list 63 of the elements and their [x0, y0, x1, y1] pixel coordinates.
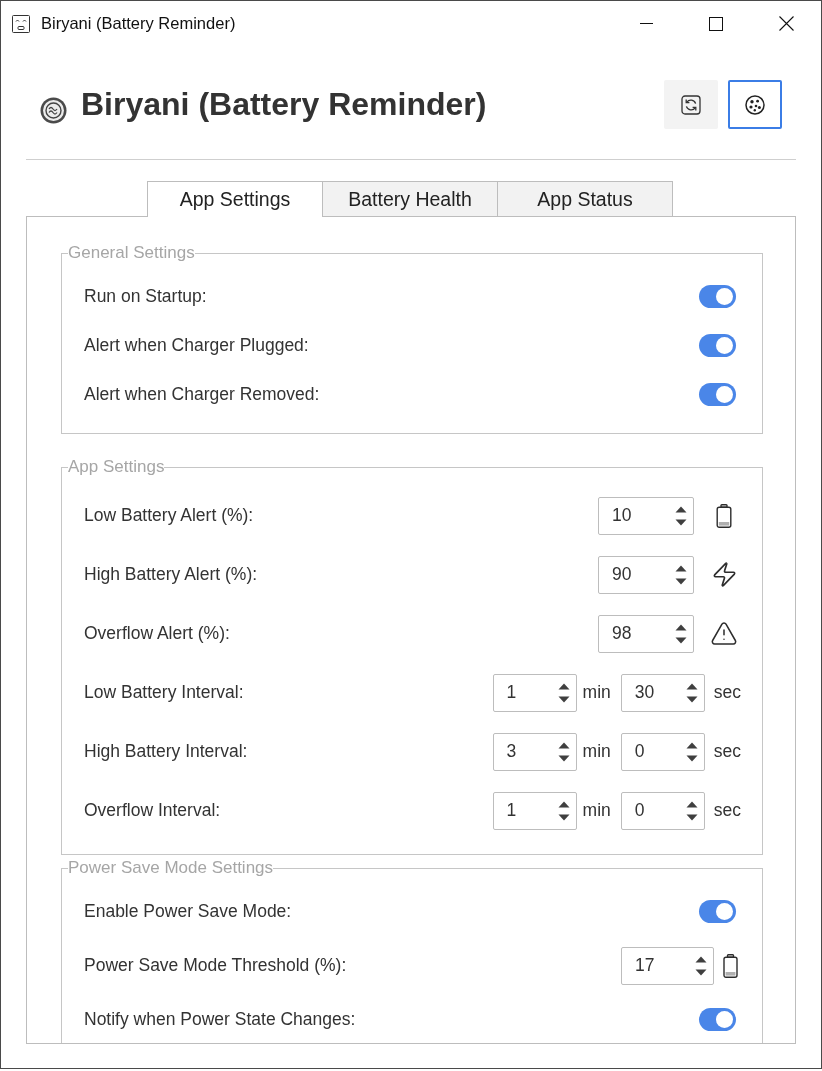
- spinner-arrows-icon[interactable]: [675, 564, 687, 585]
- app-title: Biryani (Battery Reminder): [81, 85, 487, 124]
- setting-label: Run on Startup:: [84, 286, 207, 307]
- spinner-arrows-icon[interactable]: [675, 505, 687, 526]
- window-title: Biryani (Battery Reminder): [41, 14, 236, 33]
- logo-icon: [40, 97, 67, 124]
- setting-label: Power Save Mode Threshold (%):: [84, 955, 347, 976]
- number-field[interactable]: 10: [598, 496, 694, 535]
- setting-label: Low Battery Alert (%):: [84, 505, 254, 526]
- tab[interactable]: App Status: [497, 181, 673, 217]
- setting-label: Alert when Charger Plugged:: [84, 335, 309, 356]
- spinner-arrows-icon[interactable]: [685, 741, 698, 762]
- number-field[interactable]: 0: [620, 791, 705, 830]
- setting-label: Overflow Alert (%):: [84, 623, 230, 644]
- warning-icon: [710, 619, 738, 648]
- toggle-switch[interactable]: [699, 383, 736, 406]
- tab[interactable]: Battery Health: [322, 181, 498, 217]
- number-field[interactable]: 1: [492, 673, 577, 712]
- setting-label: Low Battery Interval:: [84, 682, 244, 703]
- palette-button[interactable]: [728, 80, 782, 129]
- unit-label: min: [582, 741, 611, 762]
- battery-icon: [716, 503, 732, 528]
- number-field[interactable]: 98: [598, 614, 694, 653]
- minimize-icon[interactable]: [639, 23, 653, 24]
- setting-label: Overflow Interval:: [84, 800, 221, 821]
- spinner-arrows-icon[interactable]: [557, 800, 570, 821]
- refresh-icon: [681, 94, 701, 115]
- close-icon[interactable]: [778, 16, 794, 31]
- maximize-icon[interactable]: [709, 16, 723, 31]
- number-field[interactable]: 30: [620, 673, 705, 712]
- toggle-switch[interactable]: [699, 285, 736, 308]
- spinner-arrows-icon[interactable]: [557, 741, 570, 762]
- toggle-switch[interactable]: [699, 334, 736, 357]
- refresh-button[interactable]: [664, 80, 718, 129]
- number-field[interactable]: 1: [492, 791, 577, 830]
- setting-label: High Battery Alert (%):: [84, 564, 258, 585]
- group-legend: Power Save Mode Settings: [68, 858, 274, 878]
- unit-label: sec: [713, 741, 741, 762]
- group-legend: General Settings: [68, 243, 195, 263]
- unit-label: min: [582, 800, 611, 821]
- number-field[interactable]: 3: [492, 732, 577, 771]
- palette-icon: [745, 94, 765, 115]
- tab[interactable]: App Settings: [147, 181, 323, 217]
- battery-icon: [723, 953, 738, 978]
- setting-label: High Battery Interval:: [84, 741, 248, 762]
- spinner-arrows-icon[interactable]: [695, 955, 707, 976]
- unit-label: sec: [713, 800, 741, 821]
- toggle-switch[interactable]: [699, 1008, 736, 1031]
- unit-label: min: [582, 682, 611, 703]
- setting-label: Notify when Power State Changes:: [84, 1009, 356, 1030]
- number-field[interactable]: 90: [598, 555, 694, 594]
- number-field[interactable]: 0: [620, 732, 705, 771]
- setting-label: Alert when Charger Removed:: [84, 384, 320, 405]
- setting-label: Enable Power Save Mode:: [84, 901, 292, 922]
- spinner-arrows-icon[interactable]: [685, 800, 698, 821]
- toggle-switch[interactable]: [699, 900, 736, 923]
- spinner-arrows-icon[interactable]: [675, 623, 687, 644]
- number-field[interactable]: 17: [621, 946, 714, 985]
- app-icon: [12, 14, 30, 33]
- spinner-arrows-icon[interactable]: [685, 682, 698, 703]
- spinner-arrows-icon[interactable]: [557, 682, 570, 703]
- unit-label: sec: [713, 682, 741, 703]
- group-legend: App Settings: [68, 457, 165, 477]
